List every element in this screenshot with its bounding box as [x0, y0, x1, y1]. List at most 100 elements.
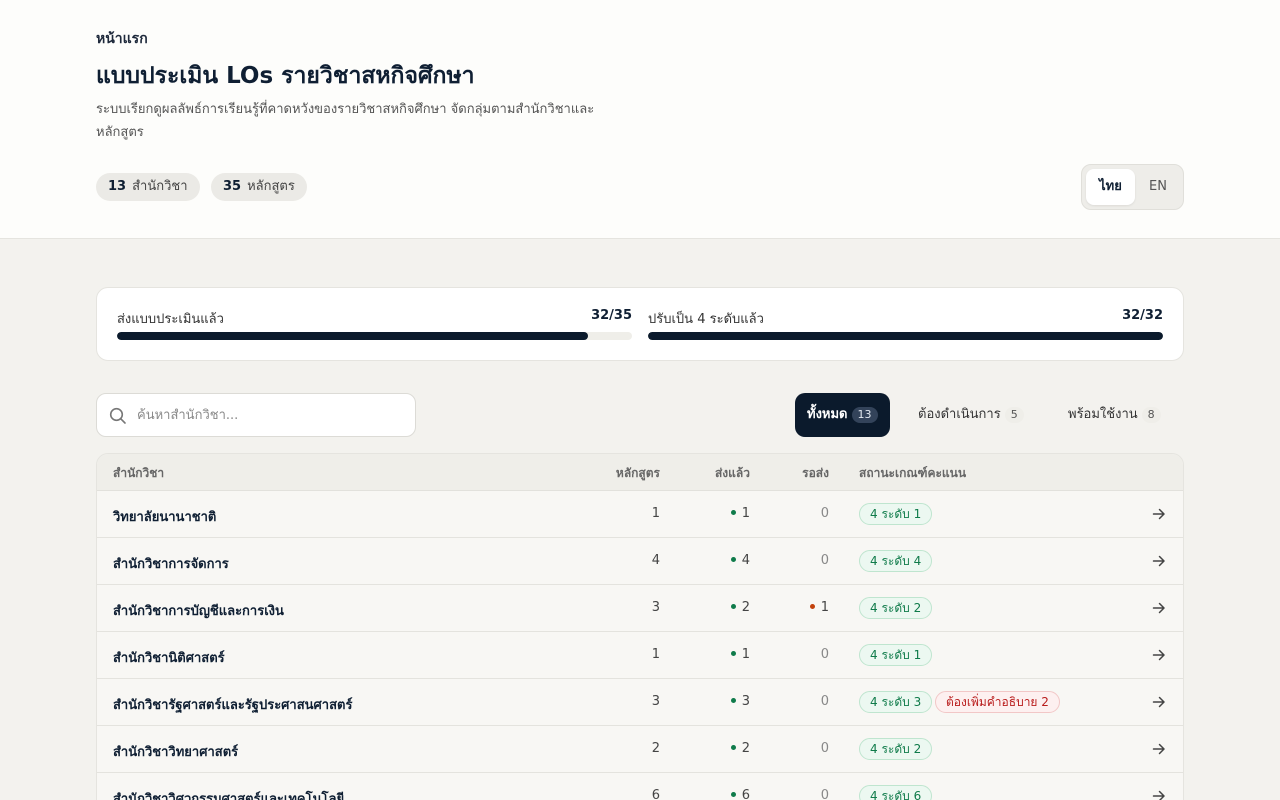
pending-count: 0 — [820, 506, 829, 521]
stat-schools-value: 13 — [108, 179, 127, 194]
submitted-dot-icon — [730, 745, 736, 750]
table-row[interactable]: สำนักวิชาวิศวกรรมศาสตร์และเทคโนโลยี 6 6 0 4 … — [97, 773, 1183, 800]
level-badge: 4 ระดับ 4 — [859, 550, 933, 572]
progress-four-level-fill — [648, 332, 1163, 340]
programs-count: 1 — [651, 506, 660, 521]
column-header-school: สำนักวิชา — [113, 466, 165, 480]
arrow-right-icon[interactable] — [1152, 695, 1166, 709]
filter-tab-action-needed-count: 5 — [1004, 407, 1024, 423]
pending-count: 0 — [820, 553, 829, 568]
filter-tab-all[interactable]: ทั้งหมด 13 — [795, 393, 890, 437]
search-icon — [109, 407, 126, 424]
pending-cell: 0 — [821, 647, 829, 662]
submitted-count: 2 — [741, 600, 750, 615]
pending-count: 0 — [820, 788, 829, 800]
table-row[interactable]: สำนักวิชาวิทยาศาสตร์ 2 2 0 4 ระดับ 2 — [97, 726, 1183, 773]
stat-programs: 35 หลักสูตร — [211, 173, 307, 201]
school-name: วิทยาลัยนานาชาติ — [113, 510, 217, 525]
filter-tab-ready[interactable]: พร้อมใช้งาน 8 — [1056, 393, 1173, 437]
programs-count: 3 — [651, 694, 660, 709]
column-header-submitted: ส่งแล้ว — [714, 466, 750, 480]
submitted-count: 4 — [741, 553, 750, 568]
stat-programs-label: หลักสูตร — [247, 179, 295, 194]
pending-count: 0 — [820, 694, 829, 709]
pending-cell: 1 — [809, 600, 829, 615]
progress-card: ส่งแบบประเมินแล้ว 32/35 ปรับเป็น 4 ระดับ… — [96, 287, 1184, 361]
arrow-right-icon[interactable] — [1152, 601, 1166, 615]
warning-badge: ต้องเพิ่มคำอธิบาย 2 — [935, 691, 1060, 713]
pending-cell: 0 — [821, 788, 829, 800]
level-badge: 4 ระดับ 6 — [859, 785, 933, 800]
level-badge: 4 ระดับ 3 — [859, 691, 933, 713]
table-row[interactable]: สำนักวิชารัฐศาสตร์และรัฐประศาสนศาสตร์ 3 3 0… — [97, 679, 1183, 726]
filter-tab-all-label: ทั้งหมด — [807, 407, 848, 422]
progress-submitted-fill — [117, 332, 588, 340]
language-switch: ไทย EN — [1081, 164, 1184, 210]
submitted-cell: 1 — [730, 506, 750, 521]
filter-tab-all-count: 13 — [851, 407, 878, 423]
submitted-cell: 2 — [730, 741, 750, 756]
pending-cell: 0 — [821, 694, 829, 709]
progress-submitted-value: 32/35 — [591, 308, 632, 323]
column-header-programs: หลักสูตร — [615, 466, 660, 480]
lang-thai-button[interactable]: ไทย — [1086, 169, 1135, 205]
progress-submitted-label: ส่งแบบประเมินแล้ว — [117, 312, 224, 327]
submitted-cell: 3 — [730, 694, 750, 709]
pending-count: 0 — [820, 647, 829, 662]
filter-tab-ready-count: 8 — [1141, 407, 1161, 423]
table-row[interactable]: สำนักวิชานิติศาสตร์ 1 1 0 4 ระดับ 1 — [97, 632, 1183, 679]
arrow-right-icon[interactable] — [1152, 648, 1166, 662]
filter-tab-action-needed[interactable]: ต้องดำเนินการ 5 — [906, 393, 1036, 437]
submitted-dot-icon — [730, 510, 736, 515]
search-input[interactable] — [137, 394, 407, 436]
page-title: แบบประเมิน LOs รายวิชาสหกิจศึกษา — [96, 63, 475, 89]
search-box — [96, 393, 416, 437]
pending-cell: 0 — [821, 506, 829, 521]
programs-count: 1 — [651, 647, 660, 662]
progress-submitted-track — [117, 332, 632, 340]
column-header-status: สถานะเกณฑ์คะแนน — [859, 466, 967, 480]
arrow-right-icon[interactable] — [1152, 789, 1166, 800]
submitted-count: 1 — [741, 647, 750, 662]
submitted-dot-icon — [730, 557, 736, 562]
filter-tab-ready-label: พร้อมใช้งาน — [1068, 407, 1138, 422]
submitted-dot-icon — [730, 604, 736, 609]
school-name: สำนักวิชาการจัดการ — [113, 557, 229, 572]
table-row[interactable]: สำนักวิชาการจัดการ 4 4 0 4 ระดับ 4 — [97, 538, 1183, 585]
stat-schools: 13 สำนักวิชา — [96, 173, 200, 201]
progress-four-level-label: ปรับเป็น 4 ระดับแล้ว — [648, 312, 764, 327]
school-name: สำนักวิชานิติศาสตร์ — [113, 651, 225, 666]
level-badge: 4 ระดับ 1 — [859, 503, 933, 525]
pending-count: 1 — [820, 600, 829, 615]
submitted-dot-icon — [730, 651, 736, 656]
school-name: สำนักวิชาวิศวกรรมศาสตร์และเทคโนโลยี — [113, 792, 345, 800]
breadcrumb-home[interactable]: หน้าแรก — [96, 28, 148, 50]
submitted-cell: 4 — [730, 553, 750, 568]
programs-count: 4 — [651, 553, 660, 568]
programs-count: 3 — [651, 600, 660, 615]
arrow-right-icon[interactable] — [1152, 742, 1166, 756]
progress-four-level-value: 32/32 — [1122, 308, 1163, 323]
programs-count: 2 — [651, 741, 660, 756]
arrow-right-icon[interactable] — [1152, 507, 1166, 521]
pending-dot-icon — [809, 604, 815, 609]
schools-table: สำนักวิชา หลักสูตร ส่งแล้ว รอส่ง สถานะเก… — [96, 453, 1184, 800]
programs-count: 6 — [651, 788, 660, 800]
arrow-right-icon[interactable] — [1152, 554, 1166, 568]
lang-english-button[interactable]: EN — [1135, 169, 1181, 205]
submitted-count: 2 — [741, 741, 750, 756]
school-name: สำนักวิชาการบัญชีและการเงิน — [113, 604, 284, 619]
submitted-count: 3 — [741, 694, 750, 709]
school-name: สำนักวิชาวิทยาศาสตร์ — [113, 745, 239, 760]
level-badge: 4 ระดับ 2 — [859, 738, 933, 760]
column-header-pending: รอส่ง — [802, 466, 829, 480]
pending-cell: 0 — [821, 553, 829, 568]
table-row[interactable]: วิทยาลัยนานาชาติ 1 1 0 4 ระดับ 1 — [97, 491, 1183, 538]
table-row[interactable]: สำนักวิชาการบัญชีและการเงิน 3 2 1 4 ระดับ 2 — [97, 585, 1183, 632]
submitted-count: 1 — [741, 506, 750, 521]
submitted-count: 6 — [741, 788, 750, 800]
submitted-dot-icon — [730, 792, 736, 797]
school-name: สำนักวิชารัฐศาสตร์และรัฐประศาสนศาสตร์ — [113, 698, 353, 713]
page-subtitle: ระบบเรียกดูผลลัพธ์การเรียนรู้ที่คาดหวังข… — [96, 102, 595, 140]
filter-tab-action-needed-label: ต้องดำเนินการ — [918, 407, 1001, 422]
